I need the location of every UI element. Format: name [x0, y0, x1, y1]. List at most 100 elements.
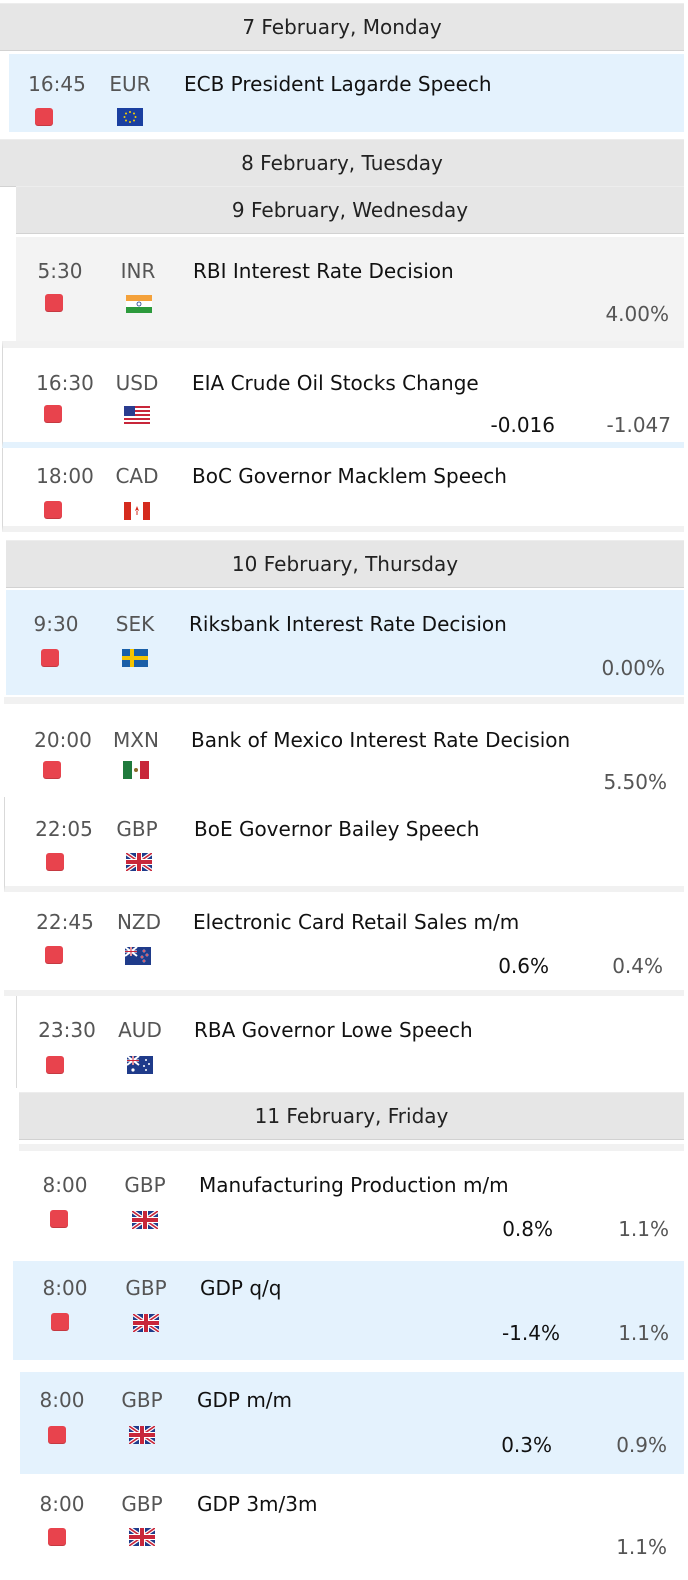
- event-title[interactable]: RBA Governor Lowe Speech: [194, 1018, 473, 1042]
- event-actual: 0.8%: [502, 1217, 553, 1241]
- event-row[interactable]: 9:30 SEK Riksbank Interest Rate Decision…: [6, 590, 684, 695]
- event-row[interactable]: 16:30 USD EIA Crude Oil Stocks Change -0…: [2, 341, 684, 448]
- event-currency: AUD: [118, 1018, 162, 1042]
- event-actual: -0.016: [490, 413, 555, 437]
- importance-high-icon: [41, 649, 59, 667]
- uk-flag-icon: [129, 1426, 155, 1444]
- event-time: 8:00: [42, 1173, 88, 1197]
- event-row[interactable]: 23:30 AUD RBA Governor Lowe Speech: [16, 996, 684, 1088]
- event-row[interactable]: 18:00 CAD BoC Governor Macklem Speech: [2, 448, 684, 532]
- event-title[interactable]: RBI Interest Rate Decision: [193, 259, 454, 283]
- event-forecast: 1.1%: [618, 1321, 669, 1345]
- event-time: 20:00: [34, 728, 92, 752]
- uk-flag-icon: [126, 853, 152, 871]
- event-currency: GBP: [116, 817, 158, 841]
- event-forecast: 0.00%: [601, 656, 665, 680]
- new-zealand-flag-icon: [125, 947, 151, 965]
- event-row[interactable]: 22:05 GBP BoE Governor Bailey Speech: [4, 797, 684, 892]
- event-currency: GBP: [124, 1173, 166, 1197]
- importance-high-icon: [43, 761, 61, 779]
- event-time: 8:00: [42, 1276, 88, 1300]
- event-row[interactable]: 22:45 NZD Electronic Card Retail Sales m…: [4, 892, 684, 996]
- mexico-flag-icon: [123, 761, 149, 779]
- australia-flag-icon: [127, 1056, 153, 1074]
- event-forecast: 0.4%: [612, 954, 663, 978]
- event-title[interactable]: GDP m/m: [197, 1388, 292, 1412]
- india-flag-icon: [126, 295, 152, 313]
- event-time: 18:00: [36, 464, 94, 488]
- event-row[interactable]: 8:00 GBP Manufacturing Production m/m 0.…: [19, 1144, 684, 1248]
- event-currency: GBP: [121, 1492, 163, 1516]
- event-row[interactable]: 5:30 INR RBI Interest Rate Decision 4.00…: [16, 237, 684, 343]
- event-time: 8:00: [39, 1388, 85, 1412]
- event-time: 8:00: [39, 1492, 85, 1516]
- importance-high-icon: [44, 501, 62, 519]
- event-currency: EUR: [109, 72, 151, 96]
- importance-high-icon: [50, 1210, 68, 1228]
- event-forecast: 1.1%: [616, 1535, 667, 1559]
- event-title[interactable]: Bank of Mexico Interest Rate Decision: [191, 728, 570, 752]
- event-row[interactable]: 8:00 GBP GDP m/m 0.3% 0.9%: [20, 1372, 684, 1474]
- event-time: 22:45: [36, 910, 94, 934]
- event-actual: 0.3%: [501, 1433, 552, 1457]
- day-label: 11 February, Friday: [254, 1104, 449, 1128]
- importance-high-icon: [45, 294, 63, 312]
- event-time: 5:30: [37, 259, 83, 283]
- event-currency: GBP: [125, 1276, 167, 1300]
- event-title[interactable]: Riksbank Interest Rate Decision: [189, 612, 507, 636]
- importance-high-icon: [48, 1528, 66, 1546]
- event-title[interactable]: Manufacturing Production m/m: [199, 1173, 509, 1197]
- event-title[interactable]: GDP 3m/3m: [197, 1492, 317, 1516]
- event-row[interactable]: 8:00 GBP GDP q/q -1.4% 1.1%: [13, 1261, 684, 1360]
- day-header: 11 February, Friday: [19, 1092, 684, 1140]
- importance-high-icon: [35, 108, 53, 126]
- event-currency: NZD: [116, 910, 162, 934]
- event-currency: INR: [120, 259, 156, 283]
- uk-flag-icon: [129, 1528, 155, 1546]
- event-row[interactable]: 20:00 MXN Bank of Mexico Interest Rate D…: [4, 697, 684, 797]
- day-label: 7 February, Monday: [242, 15, 442, 39]
- importance-high-icon: [51, 1313, 69, 1331]
- event-forecast: 4.00%: [605, 302, 669, 326]
- day-label: 9 February, Wednesday: [231, 198, 469, 222]
- event-row[interactable]: 8:00 GBP GDP 3m/3m 1.1%: [20, 1474, 684, 1580]
- event-currency: CAD: [115, 464, 159, 488]
- event-title[interactable]: EIA Crude Oil Stocks Change: [192, 371, 479, 395]
- event-row[interactable]: 16:45 EUR ECB President Lagarde Speech: [9, 54, 684, 132]
- event-title[interactable]: Electronic Card Retail Sales m/m: [193, 910, 519, 934]
- event-title[interactable]: BoE Governor Bailey Speech: [194, 817, 479, 841]
- event-time: 23:30: [38, 1018, 96, 1042]
- importance-high-icon: [46, 1056, 64, 1074]
- canada-flag-icon: [124, 502, 150, 520]
- event-title[interactable]: GDP q/q: [200, 1276, 281, 1300]
- event-title[interactable]: ECB President Lagarde Speech: [184, 72, 492, 96]
- event-forecast: 0.9%: [616, 1433, 667, 1457]
- importance-high-icon: [46, 853, 64, 871]
- importance-high-icon: [48, 1426, 66, 1444]
- eu-flag-icon: [117, 108, 143, 126]
- event-title[interactable]: BoC Governor Macklem Speech: [192, 464, 507, 488]
- event-forecast: 5.50%: [603, 770, 667, 794]
- event-currency: SEK: [115, 612, 155, 636]
- day-header: 10 February, Thursday: [6, 540, 684, 588]
- event-time: 22:05: [35, 817, 93, 841]
- event-currency: GBP: [121, 1388, 163, 1412]
- event-time: 9:30: [33, 612, 79, 636]
- event-currency: USD: [115, 371, 159, 395]
- importance-high-icon: [44, 405, 62, 423]
- event-actual: 0.6%: [498, 954, 549, 978]
- day-header: 9 February, Wednesday: [16, 186, 684, 234]
- day-label: 10 February, Thursday: [231, 552, 459, 576]
- day-header: 8 February, Tuesday: [0, 139, 684, 187]
- event-forecast: -1.047: [606, 413, 671, 437]
- sweden-flag-icon: [122, 649, 148, 667]
- event-currency: MXN: [113, 728, 159, 752]
- event-forecast: 1.1%: [618, 1217, 669, 1241]
- usa-flag-icon: [124, 406, 150, 424]
- uk-flag-icon: [132, 1211, 158, 1229]
- day-label: 8 February, Tuesday: [241, 151, 443, 175]
- event-time: 16:45: [28, 72, 86, 96]
- event-actual: -1.4%: [501, 1321, 560, 1345]
- importance-high-icon: [45, 946, 63, 964]
- uk-flag-icon: [133, 1314, 159, 1332]
